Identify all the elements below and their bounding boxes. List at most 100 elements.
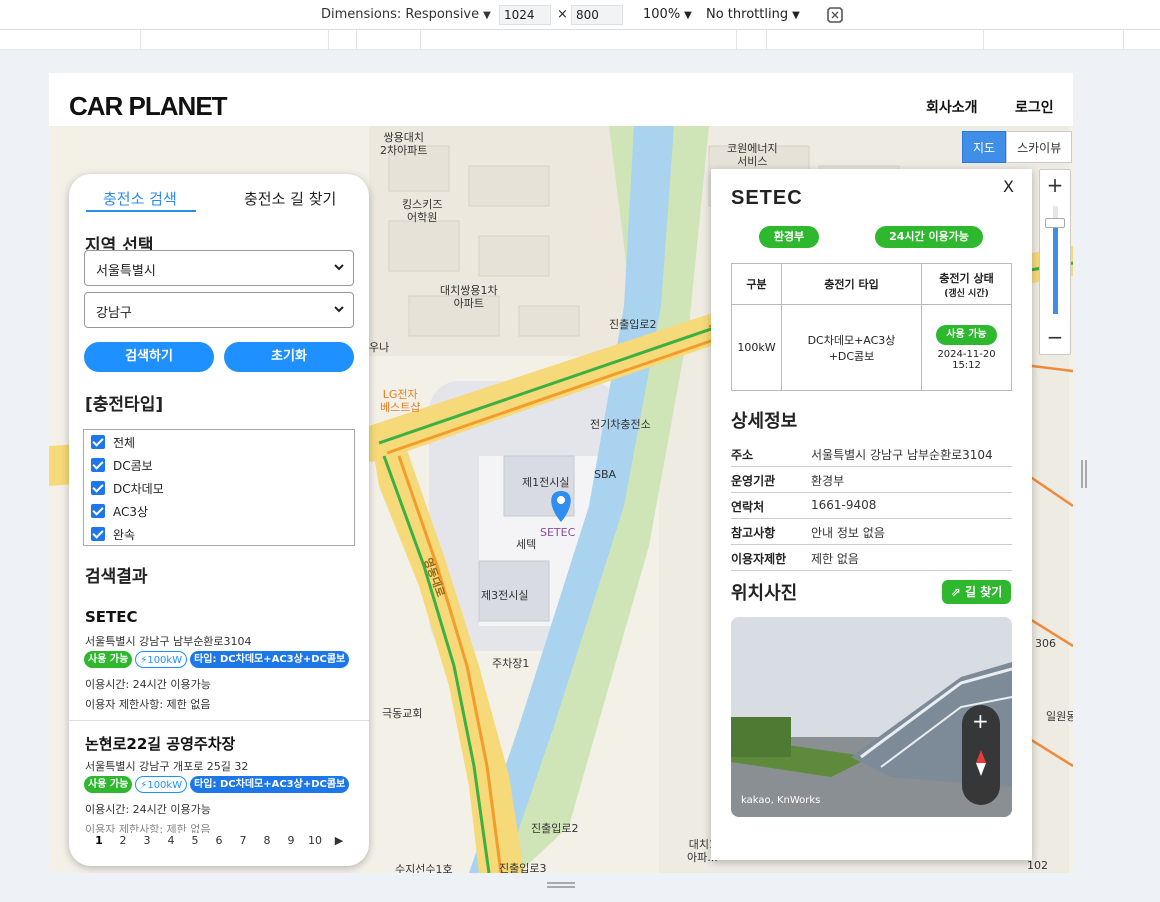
devtools-toolbar: Dimensions: Responsive ▼ 1024 × 800 100% ▼…: [0, 0, 1160, 30]
table-header: 충전기 상태 (갱신 시간): [921, 263, 1012, 305]
charge-type-title: [충전타입]: [85, 395, 164, 415]
city-value: 서울특별시: [96, 264, 156, 279]
type-label: DC콤보: [113, 458, 153, 473]
map-label: 코원에너지 서비스: [727, 142, 778, 168]
type-checkbox[interactable]: DC콤보: [91, 455, 153, 475]
result-limit: 이용자 제한사항: 제한 없음: [85, 698, 211, 711]
result-address: 서울특별시 강남구 개포로 25길 32: [85, 760, 249, 773]
close-button[interactable]: X: [1003, 177, 1014, 196]
zoom-out-button[interactable]: −: [1040, 322, 1070, 352]
info-row: 주소 서울특별시 강남구 남부순환로3104: [731, 441, 1012, 467]
detail-title: SETEC: [731, 187, 803, 209]
power-badge: ⚡100kW: [135, 651, 188, 668]
page-number[interactable]: 2: [111, 834, 135, 847]
device-ruler: [0, 30, 1160, 50]
charger-table: 구분 충전기 타입 충전기 상태 (갱신 시간) 100kW DC차데모+AC3상…: [731, 263, 1012, 391]
dimensions-dropdown[interactable]: Dimensions: Responsive ▼: [321, 7, 491, 22]
district-select[interactable]: 강남구: [84, 292, 354, 328]
status-badge: 사용 가능: [936, 324, 997, 345]
map-type-skyview-button[interactable]: 스카이뷰: [1006, 131, 1073, 163]
photo-title: 위치사진: [731, 583, 798, 604]
next-page-icon[interactable]: ▶: [327, 834, 351, 847]
zoom-dropdown[interactable]: 100% ▼: [643, 7, 692, 22]
status-badge: 사용 가능: [84, 651, 133, 668]
page-number[interactable]: 1: [87, 834, 111, 847]
map-label: 대치쌍용1차 아파트: [440, 284, 498, 310]
nav-login[interactable]: 로그인: [1015, 97, 1054, 117]
type-checkbox[interactable]: DC차데모: [91, 478, 164, 498]
chevron-down-icon: [334, 306, 344, 313]
rotate-icon[interactable]: [824, 4, 846, 26]
resize-handle-right[interactable]: [1081, 460, 1087, 488]
map-type-map-button[interactable]: 지도: [962, 131, 1007, 163]
height-input[interactable]: 800: [571, 5, 623, 25]
page-number[interactable]: 10: [303, 834, 327, 847]
info-row: 이용자제한 제한 없음: [731, 545, 1012, 571]
type-label: DC차데모: [113, 481, 164, 496]
zoom-fill: [1053, 224, 1058, 314]
info-key: 참고사항: [731, 526, 776, 540]
dropdown-arrow-icon: ▼: [684, 10, 692, 21]
info-key: 이용자제한: [731, 552, 787, 566]
result-limit: 이용자 제한사항: 제한 없음: [85, 823, 211, 833]
type-checkbox[interactable]: 전체: [91, 432, 135, 452]
status-date: 2024-11-20: [937, 348, 996, 360]
operator-badge: 환경부: [759, 226, 819, 248]
search-button[interactable]: 검색하기: [84, 342, 214, 372]
header-status: 충전기 상태: [939, 271, 994, 285]
checkbox-checked-icon[interactable]: [91, 504, 105, 518]
resize-handle-bottom[interactable]: [547, 882, 575, 888]
map-label: 주차장1: [492, 657, 530, 670]
page-number[interactable]: 7: [231, 834, 255, 847]
checkbox-checked-icon[interactable]: [91, 458, 105, 472]
district-value: 강남구: [96, 306, 132, 321]
checkbox-checked-icon[interactable]: [91, 435, 105, 449]
zoom-in-button[interactable]: +: [1040, 170, 1070, 200]
power-badge: ⚡100kW: [135, 776, 188, 793]
throttling-dropdown[interactable]: No throttling ▼: [706, 7, 800, 22]
info-row: 운영기관 환경부: [731, 467, 1012, 493]
checkbox-checked-icon[interactable]: [91, 481, 105, 495]
page-number[interactable]: 9: [279, 834, 303, 847]
page-number[interactable]: 6: [207, 834, 231, 847]
map-label: 진출입로2: [609, 318, 657, 331]
result-name: SETEC: [85, 608, 138, 626]
photo-credit: kakao, KnWorks: [741, 795, 821, 806]
type-badge: 타입: DC차데모+AC3상+DC콤보: [190, 776, 350, 793]
route-button[interactable]: ⇗ 길 찾기: [942, 580, 1011, 604]
info-row: 참고사항 안내 정보 없음: [731, 519, 1012, 545]
width-input[interactable]: 1024: [499, 5, 551, 25]
map-type-control: 지도 스카이뷰: [962, 131, 1073, 163]
type-checkbox[interactable]: AC3상: [91, 501, 148, 521]
nav-about[interactable]: 회사소개: [926, 97, 978, 117]
zoom-handle[interactable]: [1045, 218, 1065, 228]
site-logo[interactable]: CAR PLANET: [69, 91, 228, 122]
results-title: 검색결과: [85, 567, 148, 587]
map-label: 진출입로3: [499, 862, 547, 873]
page-number[interactable]: 4: [159, 834, 183, 847]
chevron-down-icon: [334, 264, 344, 271]
map-label: 킹스키즈 어학원: [402, 198, 443, 224]
map-label: LG전자 베스트샵: [380, 388, 421, 414]
info-value: 환경부: [811, 474, 845, 488]
status-time: 15:12: [952, 359, 981, 371]
page-number[interactable]: 8: [255, 834, 279, 847]
times-sign: ×: [557, 7, 568, 22]
checkbox-checked-icon[interactable]: [91, 527, 105, 541]
table-header: 충전기 타입: [781, 263, 922, 305]
zoom-control: + −: [1039, 169, 1071, 355]
tab-search[interactable]: 충전소 검색: [103, 188, 177, 209]
result-tags: 사용 가능 ⚡100kW 타입: DC차데모+AC3상+DC콤보: [84, 776, 352, 793]
info-value: 제한 없음: [811, 552, 859, 566]
compass-icon[interactable]: [975, 750, 987, 776]
city-select[interactable]: 서울특별시: [84, 250, 354, 286]
roadview-photo[interactable]: kakao, KnWorks +: [731, 617, 1012, 817]
page-number[interactable]: 3: [135, 834, 159, 847]
plus-icon[interactable]: +: [972, 709, 989, 733]
page-number[interactable]: 5: [183, 834, 207, 847]
type-checkbox[interactable]: 완속: [91, 524, 135, 544]
map-label: 306: [1035, 637, 1056, 650]
reset-button[interactable]: 초기화: [224, 342, 354, 372]
tab-directions[interactable]: 충전소 길 찾기: [244, 188, 336, 209]
result-tags: 사용 가능 ⚡100kW 타입: DC차데모+AC3상+DC콤보: [84, 651, 352, 668]
